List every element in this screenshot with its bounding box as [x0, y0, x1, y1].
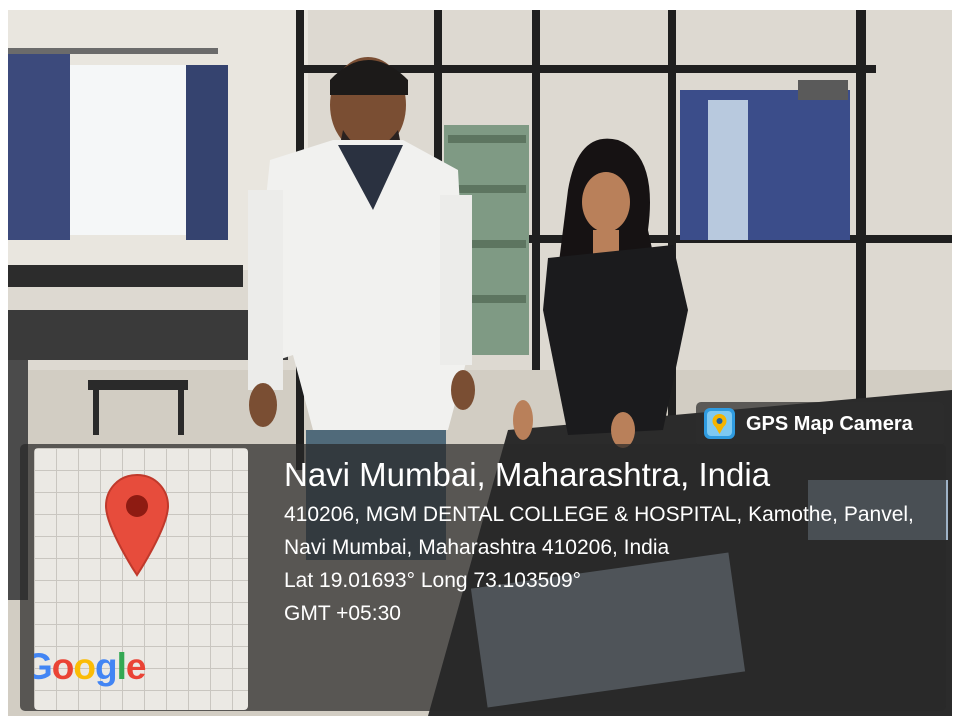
location-address: 410206, MGM DENTAL COLLEGE & HOSPITAL, K…: [284, 503, 914, 559]
map-pin-icon: [104, 473, 170, 577]
badge-label: GPS Map Camera: [746, 413, 913, 435]
location-timezone: GMT +05:30: [284, 602, 401, 625]
map-thumbnail: Google: [34, 448, 248, 710]
gps-map-camera-badge: GPS Map Camera: [696, 402, 944, 446]
location-coordinates: Lat 19.01693° Long 73.103509°: [284, 569, 582, 592]
gps-map-camera-app-icon: [704, 408, 735, 439]
location-stamp-panel: Google Navi Mumbai, Maharashtra, India 4…: [20, 444, 946, 711]
photo: GPS Map Camera Google Navi Mumbai, Mahar…: [8, 10, 952, 716]
location-title: Navi Mumbai, Maharashtra, India: [284, 456, 771, 493]
google-logo: Google: [34, 646, 146, 687]
location-details: Navi Mumbai, Maharashtra, India 410206, …: [284, 454, 934, 630]
